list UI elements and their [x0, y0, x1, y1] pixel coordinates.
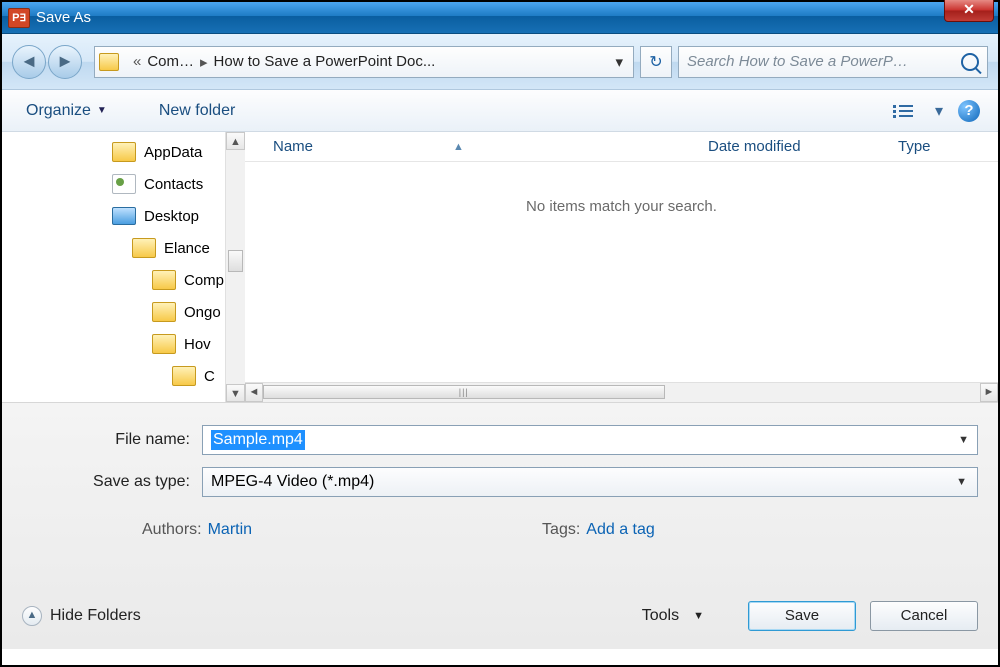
- tree-item-comp[interactable]: Comp: [2, 264, 245, 296]
- filename-row: File name: Sample.mp4 ▼: [22, 425, 978, 455]
- savetype-value: MPEG-4 Video (*.mp4): [211, 473, 374, 491]
- folder-icon: [152, 302, 176, 322]
- help-button[interactable]: ?: [958, 100, 980, 122]
- folder-tree: AppData Contacts Desktop Elance Comp Ong…: [2, 132, 245, 402]
- folder-icon: [152, 334, 176, 354]
- titlebar: Save As ✕: [2, 2, 998, 34]
- tree-item-c[interactable]: C: [2, 360, 245, 392]
- tags-label: Tags:: [542, 521, 580, 539]
- grip-icon: |||: [459, 387, 469, 397]
- tree-label: AppData: [144, 144, 202, 161]
- list-view-icon: [893, 104, 913, 118]
- authors-value[interactable]: Martin: [208, 521, 252, 539]
- folder-icon: [152, 270, 176, 290]
- tree-label: Ongo: [184, 304, 221, 321]
- tools-menu[interactable]: Tools ▼: [642, 607, 704, 625]
- tags-value[interactable]: Add a tag: [586, 521, 655, 539]
- nav-forward-button[interactable]: ►: [48, 45, 82, 79]
- breadcrumb-dropdown[interactable]: ▾: [609, 53, 629, 71]
- powerpoint-icon: [8, 8, 30, 28]
- save-button[interactable]: Save: [748, 601, 856, 631]
- column-type[interactable]: Type: [898, 138, 998, 155]
- view-mode-dropdown[interactable]: ▾: [930, 98, 948, 124]
- nav-back-button[interactable]: ◄: [12, 45, 46, 79]
- tree-label: Contacts: [144, 176, 203, 193]
- column-name[interactable]: Name ▲: [273, 138, 708, 155]
- new-folder-button[interactable]: New folder: [153, 98, 241, 124]
- tree-label: Desktop: [144, 208, 199, 225]
- tree-item-elance[interactable]: Elance: [2, 232, 245, 264]
- hide-folders-button[interactable]: ▲ Hide Folders: [22, 606, 141, 626]
- filename-input[interactable]: Sample.mp4 ▼: [202, 425, 978, 455]
- tree-item-ongo[interactable]: Ongo: [2, 296, 245, 328]
- chevron-up-icon: ▲: [22, 606, 42, 626]
- search-input[interactable]: Search How to Save a PowerP…: [678, 46, 988, 78]
- savetype-row: Save as type: MPEG-4 Video (*.mp4) ▼: [22, 467, 978, 497]
- window-title: Save As: [36, 9, 91, 26]
- cancel-button[interactable]: Cancel: [870, 601, 978, 631]
- horizontal-scrollbar[interactable]: ◄ ||| ►: [245, 382, 998, 402]
- refresh-button[interactable]: ↻: [640, 46, 672, 78]
- breadcrumb-item[interactable]: How to Save a PowerPoint Doc...: [214, 53, 436, 70]
- desktop-icon: [112, 207, 136, 225]
- window-close-button[interactable]: ✕: [944, 0, 994, 22]
- scroll-thumb[interactable]: |||: [263, 385, 665, 399]
- scroll-track[interactable]: |||: [263, 383, 980, 402]
- folder-icon: [132, 238, 156, 258]
- metadata-row: Authors: Martin Tags: Add a tag: [22, 521, 978, 539]
- hide-folders-label: Hide Folders: [50, 607, 141, 625]
- tree-label: C: [204, 368, 215, 385]
- breadcrumb-quote: «: [127, 53, 147, 70]
- refresh-icon: ↻: [649, 52, 662, 72]
- contacts-icon: [112, 174, 136, 194]
- toolbar: Organize ▼ New folder ▾ ?: [2, 90, 998, 132]
- folder-icon: [99, 53, 119, 71]
- breadcrumb[interactable]: « Com… ▸ How to Save a PowerPoint Doc...…: [94, 46, 634, 78]
- filename-label: File name:: [22, 431, 202, 449]
- tree-scrollbar[interactable]: ▲ ▼: [225, 132, 245, 402]
- search-icon: [961, 53, 979, 71]
- column-date-modified[interactable]: Date modified: [708, 138, 898, 155]
- scroll-thumb[interactable]: [228, 250, 243, 272]
- folder-icon: [112, 142, 136, 162]
- chevron-down-icon: ▼: [97, 105, 107, 116]
- bottom-panel: File name: Sample.mp4 ▼ Save as type: MP…: [2, 402, 998, 649]
- view-mode-button[interactable]: [886, 98, 920, 124]
- file-list: Name ▲ Date modified Type No items match…: [245, 132, 998, 402]
- button-row: ▲ Hide Folders Tools ▼ Save Cancel: [22, 581, 978, 631]
- chevron-down-icon[interactable]: ▼: [958, 434, 969, 446]
- navbar: ◄ ► « Com… ▸ How to Save a PowerPoint Do…: [2, 34, 998, 90]
- tree-item-desktop[interactable]: Desktop: [2, 200, 245, 232]
- breadcrumb-item[interactable]: Com…: [147, 53, 194, 70]
- scroll-up-button[interactable]: ▲: [226, 132, 245, 150]
- filename-value: Sample.mp4: [211, 430, 305, 450]
- savetype-select[interactable]: MPEG-4 Video (*.mp4) ▼: [202, 467, 978, 497]
- scroll-left-button[interactable]: ◄: [245, 383, 263, 402]
- empty-list-message: No items match your search.: [245, 162, 998, 215]
- search-placeholder: Search How to Save a PowerP…: [687, 53, 908, 70]
- chevron-right-icon: ▸: [194, 53, 214, 71]
- savetype-label: Save as type:: [22, 473, 202, 491]
- organize-menu[interactable]: Organize ▼: [20, 98, 113, 124]
- tree-label: Comp: [184, 272, 224, 289]
- column-headers: Name ▲ Date modified Type: [245, 132, 998, 162]
- tree-label: Elance: [164, 240, 210, 257]
- scroll-down-button[interactable]: ▼: [226, 384, 245, 402]
- new-folder-label: New folder: [159, 102, 235, 120]
- tree-item-appdata[interactable]: AppData: [2, 136, 245, 168]
- tree-item-hov[interactable]: Hov: [2, 328, 245, 360]
- scroll-right-button[interactable]: ►: [980, 383, 998, 402]
- chevron-down-icon: ▼: [693, 610, 704, 622]
- tree-label: Hov: [184, 336, 211, 353]
- authors-label: Authors:: [142, 521, 202, 539]
- tools-label: Tools: [642, 607, 679, 625]
- tree-item-contacts[interactable]: Contacts: [2, 168, 245, 200]
- folder-icon: [172, 366, 196, 386]
- chevron-down-icon: ▼: [956, 476, 967, 488]
- column-name-label: Name: [273, 138, 313, 155]
- organize-label: Organize: [26, 102, 91, 120]
- content-area: AppData Contacts Desktop Elance Comp Ong…: [2, 132, 998, 402]
- sort-indicator-icon: ▲: [453, 141, 464, 153]
